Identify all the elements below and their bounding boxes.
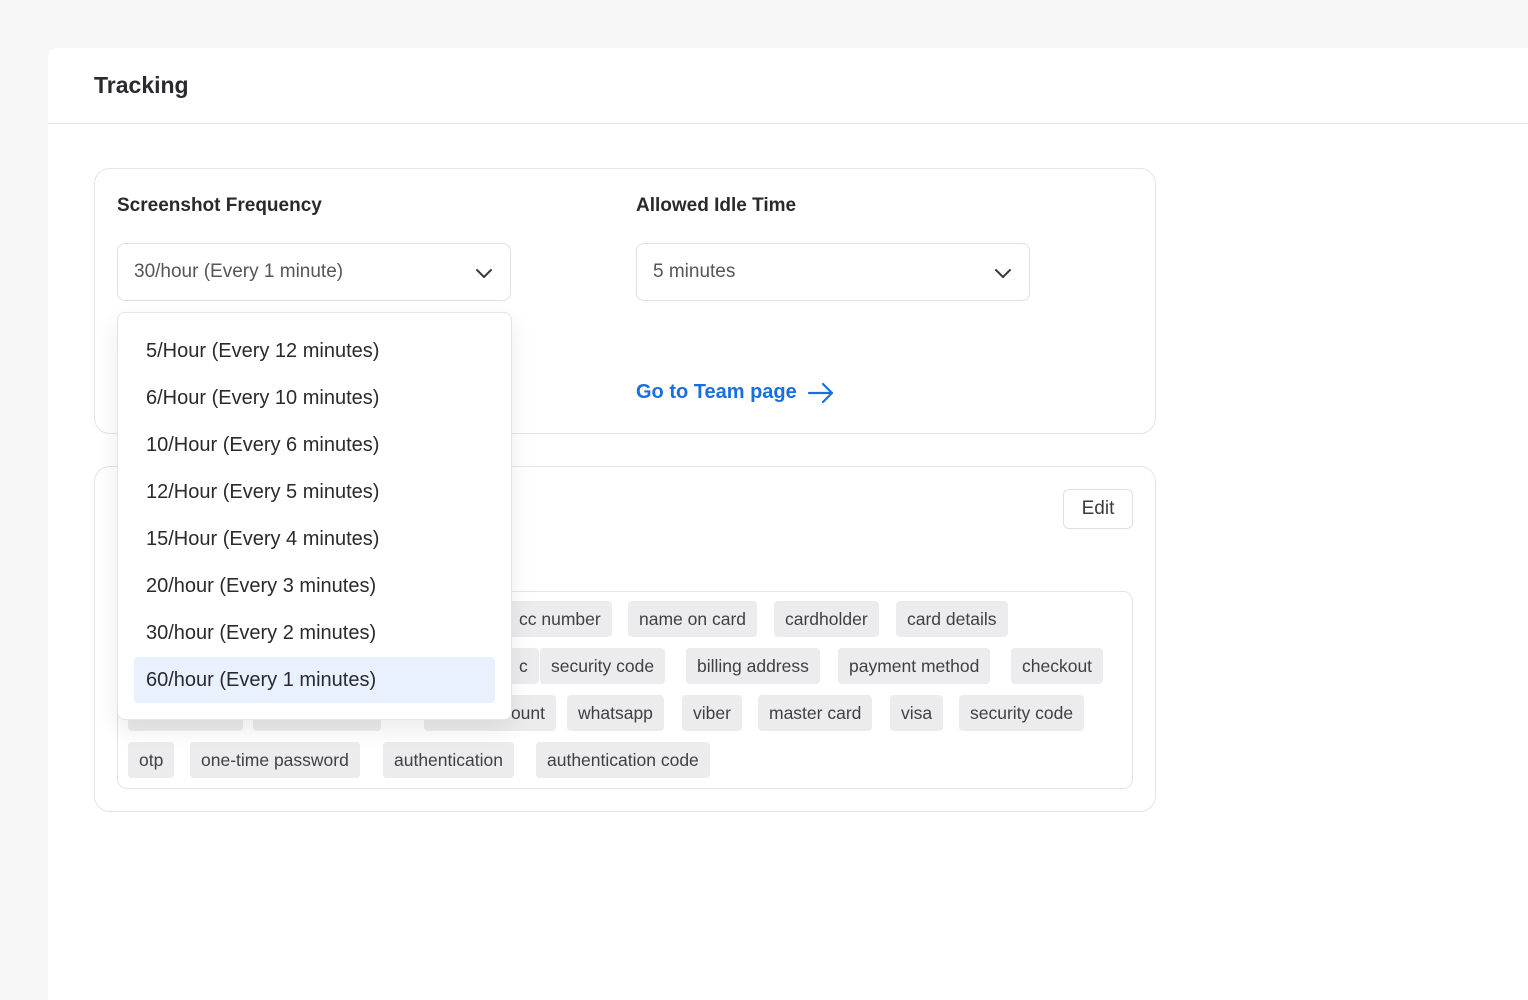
arrow-right-icon — [807, 382, 833, 403]
go-to-team-page-link[interactable]: Go to Team page — [636, 381, 835, 404]
screenshot-frequency-select[interactable]: 30/hour (Every 1 minute) — [117, 243, 511, 301]
frequency-option-highlighted[interactable]: 60/hour (Every 1 minutes) — [134, 657, 495, 703]
keyword-tag: name on card — [628, 601, 758, 637]
frequency-option[interactable]: 6/Hour (Every 10 minutes) — [134, 375, 495, 421]
frequency-option[interactable]: 12/Hour (Every 5 minutes) — [134, 469, 495, 515]
keyword-tag: security code — [540, 648, 666, 684]
keyword-tag: cardholder — [774, 601, 879, 637]
team-link-label: Go to Team page — [636, 381, 797, 403]
keyword-tag: otp — [128, 742, 175, 778]
chevron-down-icon — [476, 269, 492, 278]
keyword-tag: checkout — [1011, 648, 1104, 684]
frequency-option[interactable]: 10/Hour (Every 6 minutes) — [134, 422, 495, 468]
keyword-tag: payment method — [838, 648, 991, 684]
keyword-tag: security code — [959, 695, 1085, 731]
keyword-tag: visa — [890, 695, 944, 731]
idle-time-value: 5 minutes — [653, 261, 736, 282]
keyword-tag: authentication code — [536, 742, 710, 778]
keyword-tag: master card — [758, 695, 873, 731]
idle-time-label: Allowed Idle Time — [636, 195, 797, 216]
frequency-option[interactable]: 5/Hour (Every 12 minutes) — [134, 328, 495, 374]
chevron-down-icon — [995, 269, 1011, 278]
keyword-tag: c — [508, 648, 539, 684]
keyword-tag: whatsapp — [567, 695, 664, 731]
keyword-tag: authentication — [383, 742, 514, 778]
page-title: Tracking — [94, 72, 189, 98]
keyword-tag: viber — [682, 695, 742, 731]
edit-button[interactable]: Edit — [1063, 489, 1133, 529]
screenshot-frequency-dropdown: 5/Hour (Every 12 minutes) 6/Hour (Every … — [117, 312, 512, 720]
frequency-option[interactable]: 30/hour (Every 2 minutes) — [134, 610, 495, 656]
keyword-tag: card details — [896, 601, 1008, 637]
keyword-tag: cc number — [508, 601, 612, 637]
idle-time-select[interactable]: 5 minutes — [636, 243, 1030, 301]
screenshot-frequency-value: 30/hour (Every 1 minute) — [134, 261, 344, 282]
frequency-option[interactable]: 15/Hour (Every 4 minutes) — [134, 516, 495, 562]
page-header: Tracking — [48, 48, 1528, 124]
keyword-tag: one-time password — [190, 742, 360, 778]
screenshot-frequency-label: Screenshot Frequency — [117, 195, 322, 216]
keyword-tag: billing address — [686, 648, 820, 684]
frequency-option[interactable]: 20/hour (Every 3 minutes) — [134, 563, 495, 609]
